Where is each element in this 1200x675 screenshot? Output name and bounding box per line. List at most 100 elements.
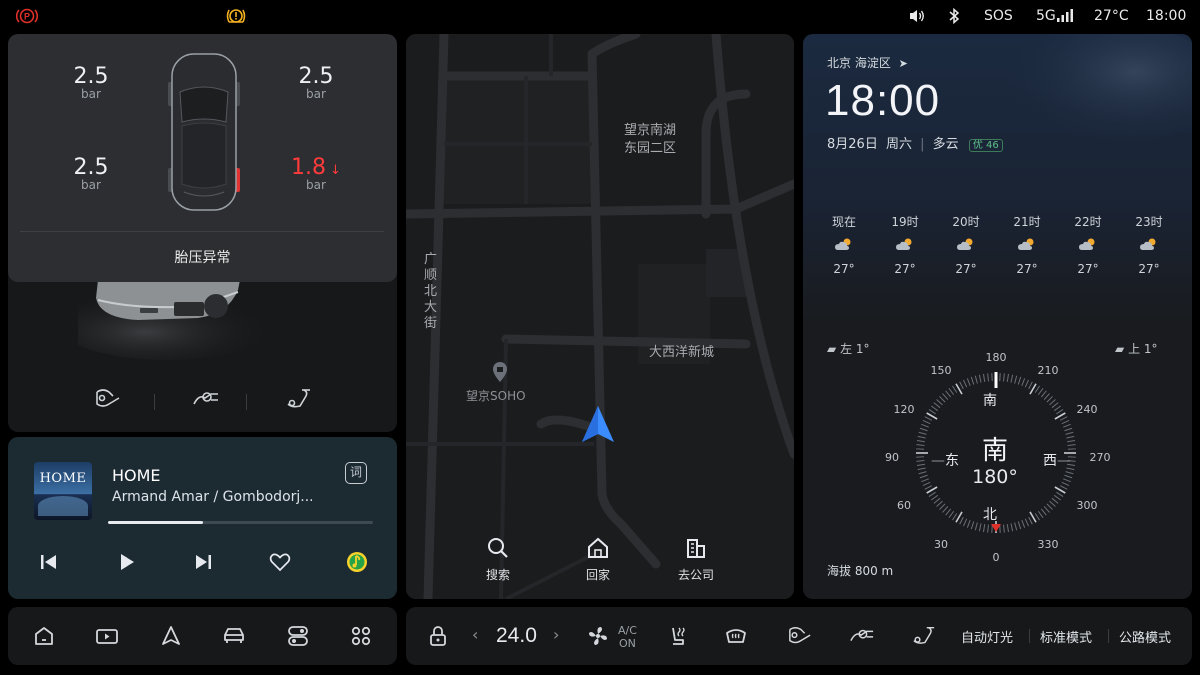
map-view[interactable]: 望京南湖 东园二区 广 顺 北 大 街 大西洋新城 望京SOHO 搜索 回家 去… [406,34,794,599]
sos-button[interactable]: SOS [984,0,1013,32]
compass-tick-mark [966,378,971,386]
compass-tick-mark [921,423,929,428]
compass-tick: 60 [897,499,911,512]
compass-tick-mark [945,390,952,398]
trunk-icon[interactable] [284,386,314,412]
poi-pin-icon[interactable] [491,361,509,383]
compass-tick-mark [1006,524,1010,533]
car-icon[interactable] [222,624,246,648]
compass-tick-mark [987,524,989,533]
compass-tick: 240 [1076,403,1098,416]
compass-tick-mark [916,439,925,443]
progress-fill [108,521,204,524]
map-office-button[interactable]: 去公司 [668,536,724,583]
auto-lights-button[interactable]: 自动灯光 [961,627,1013,646]
compass-tick-mark [1014,522,1018,531]
tire-rear-right: 1.8 ↓ bar [291,155,341,192]
temp-decrease-button[interactable]: ‹ [472,625,478,644]
compass-tick-mark [974,522,978,531]
compass-tick: 30 [934,538,948,551]
network-indicator: 5G [1036,8,1056,24]
media-icon[interactable] [95,624,119,648]
qq-music-icon[interactable] [344,549,370,575]
compass-tick-mark [916,463,925,467]
compass-tick: 180 [985,351,1007,364]
compass-tick-mark [1034,513,1040,521]
previous-icon[interactable] [36,549,62,575]
compass-tick-mark [945,508,952,516]
divider [246,394,247,410]
map-home-button[interactable]: 回家 [570,536,626,583]
compass-tick: 210 [1037,364,1059,377]
temp-increase-button[interactable]: › [553,625,559,644]
compass-right-label: 西— [1043,453,1071,469]
compass-tick-mark [1021,520,1026,528]
compass-tick-mark [942,506,949,513]
fan-icon[interactable] [586,624,610,648]
toggle-icon[interactable] [286,624,310,648]
map-search-label: 搜索 [485,568,510,582]
map-search-button[interactable]: 搜索 [470,536,526,583]
lock-icon[interactable] [426,624,450,648]
charge-port-icon[interactable] [191,386,221,412]
volume-icon[interactable] [908,8,926,24]
compass-tick-mark [1067,444,1076,446]
play-icon[interactable] [113,549,139,575]
compass-tick: 120 [893,403,915,416]
trunk-icon[interactable] [910,624,938,648]
app-dock [8,607,397,665]
tire-pressure-card[interactable]: 2.5 bar 2.5 bar 2.5 bar 1.8 ↓ bar 胎压异常 [8,34,397,282]
compass-tick-mark [1014,375,1018,384]
compass-tick-mark [948,387,955,396]
album-art[interactable]: HOME [34,462,92,520]
compass-heading-value: 180° [972,466,1018,488]
compass-tick-mark [1059,485,1068,490]
outside-temperature: 27°C [1094,8,1129,24]
compass-tick-mark [939,503,946,510]
compass-tick-mark [1034,385,1040,393]
compass-tick-mark [928,491,936,497]
compass-top-label: 南 [983,393,997,409]
mirror-fold-icon[interactable] [93,386,123,412]
defrost-icon[interactable] [724,624,748,648]
compass-tick-mark [928,409,936,415]
ac-toggle[interactable]: A/C ON [618,624,637,650]
compass-tick-mark [1037,510,1044,519]
navigation-icon[interactable] [159,624,183,648]
map-label-street: 广 顺 北 大 街 [424,252,438,331]
map-label-area2: 大西洋新城 [649,345,715,360]
seat-heat-icon[interactable] [666,624,690,648]
bluetooth-icon[interactable] [948,8,960,24]
map-home-label: 回家 [585,568,610,582]
mirror-fold-icon[interactable] [786,624,814,648]
music-player: HOME HOME Armand Amar / Gombodorj... 词 [8,437,397,599]
home-icon [588,537,608,558]
compass-tick-mark [1010,523,1014,532]
tire-rear-left: 2.5 bar [73,155,109,192]
parking-brake-icon: P [16,7,38,25]
compass-tick-mark [1021,378,1026,386]
compass-tick-mark [933,402,941,409]
map-label-area1: 望京南湖 东园二区 [624,123,677,156]
compass-tick-mark [1049,500,1056,507]
apps-icon[interactable] [349,624,373,648]
charge-port-icon[interactable] [848,624,876,648]
compass-tick-mark [1017,521,1022,530]
compass-tick-mark [917,435,926,439]
standard-mode-button[interactable]: 标准模式 [1040,627,1092,646]
compass-tick-mark [1053,405,1062,412]
lyrics-button[interactable]: 词 [345,462,367,484]
compass-tick-mark [1043,506,1050,513]
progress-bar[interactable] [108,521,373,524]
next-icon[interactable] [190,549,216,575]
compass-tick-mark [952,513,958,521]
compass-tick-mark [919,474,928,479]
road-mode-button[interactable]: 公路模式 [1119,627,1171,646]
compass-tick-mark [1061,481,1070,486]
divider [1108,629,1109,643]
weather-panel: 北京 海淀区 ➤ 18:00 8月26日 周六 | 多云 优 46 现在 27°… [803,34,1192,599]
favorite-icon[interactable] [267,549,293,575]
compass-tick-mark [952,385,958,393]
compass-tick-mark [948,510,955,519]
home-icon[interactable] [32,624,56,648]
